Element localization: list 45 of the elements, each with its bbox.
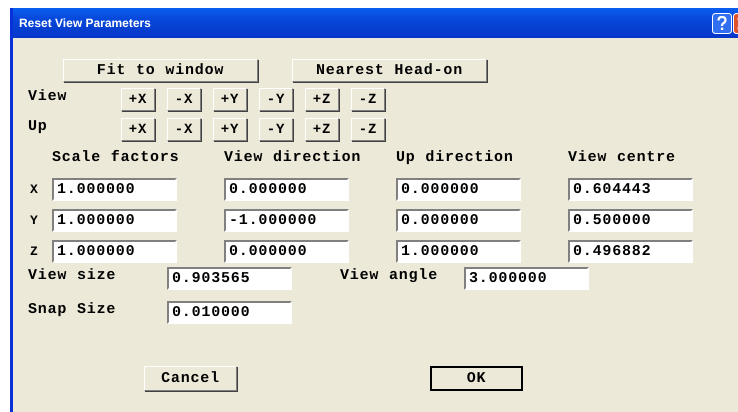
axis-button[interactable]: +X xyxy=(121,88,155,111)
number-field[interactable]: 1.000000 xyxy=(396,240,521,263)
action-button[interactable]: Fit to window xyxy=(63,59,258,82)
column-header: View centre xyxy=(568,149,677,168)
window-title: Reset View Parameters xyxy=(19,16,151,30)
number-field[interactable]: 0.000000 xyxy=(224,178,349,201)
action-button[interactable]: Nearest Head-on xyxy=(292,59,487,82)
dialog-button[interactable]: OK xyxy=(430,366,523,391)
field-label: Snap Size xyxy=(28,301,118,318)
number-field[interactable]: -1.000000 xyxy=(224,209,349,232)
axis-button[interactable]: -Z xyxy=(351,118,385,141)
column-header: View direction xyxy=(224,149,362,168)
axis-button[interactable]: +Y xyxy=(213,88,247,111)
number-field[interactable]: 1.000000 xyxy=(52,209,177,232)
axis-button[interactable]: -X xyxy=(167,88,201,111)
number-field[interactable]: 3.000000 xyxy=(464,267,589,290)
axis-label: X xyxy=(30,182,40,197)
number-field[interactable]: 0.000000 xyxy=(396,178,521,201)
axis-button[interactable]: -X xyxy=(167,118,201,141)
field-label: View size xyxy=(28,267,118,284)
axis-label: Z xyxy=(30,244,40,259)
number-field[interactable]: 1.000000 xyxy=(52,240,177,263)
column-header: Scale factors xyxy=(52,149,180,168)
number-field[interactable]: 0.496882 xyxy=(568,240,693,263)
column-header: Up direction xyxy=(396,149,515,168)
dialog-button[interactable]: Cancel xyxy=(144,366,237,391)
axis-label: Y xyxy=(30,213,40,228)
number-field[interactable]: 0.010000 xyxy=(167,301,292,324)
row-label: Up xyxy=(28,118,49,135)
row-label: View xyxy=(28,88,68,105)
axis-button[interactable]: +Z xyxy=(305,88,339,111)
axis-button[interactable]: +X xyxy=(121,118,155,141)
number-field[interactable]: 0.000000 xyxy=(224,240,349,263)
axis-button[interactable]: -Y xyxy=(259,88,293,111)
number-field[interactable]: 0.500000 xyxy=(568,209,693,232)
number-field[interactable]: 1.000000 xyxy=(52,178,177,201)
number-field[interactable]: 0.604443 xyxy=(568,178,693,201)
help-icon[interactable] xyxy=(712,12,732,34)
axis-button[interactable]: +Y xyxy=(213,118,247,141)
axis-button[interactable]: -Z xyxy=(351,88,385,111)
number-field[interactable]: 0.903565 xyxy=(167,267,292,290)
axis-button[interactable]: +Z xyxy=(305,118,339,141)
number-field[interactable]: 0.000000 xyxy=(396,209,521,232)
field-label: View angle xyxy=(340,267,440,284)
axis-button[interactable]: -Y xyxy=(259,118,293,141)
